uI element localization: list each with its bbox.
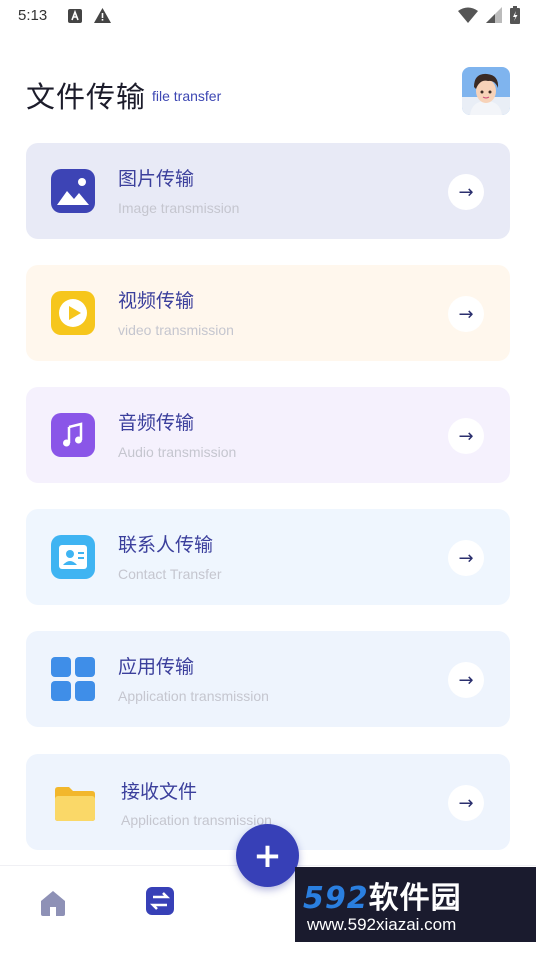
battery-icon	[510, 6, 520, 28]
card-title: 接收文件	[121, 781, 198, 803]
watermark-url: www.592xiazai.com	[307, 915, 457, 934]
card-title: 联系人传输	[118, 534, 214, 556]
card-audio-transfer[interactable]: 音频传输 Audio transmission →	[26, 387, 510, 483]
transfer-icon[interactable]	[145, 886, 175, 916]
avatar[interactable]	[462, 67, 510, 115]
page-subtitle: file transfer	[152, 88, 222, 104]
card-title: 应用传输	[118, 656, 195, 678]
signal-icon	[486, 7, 502, 27]
card-video-transfer[interactable]: 视频传输 video transmission →	[26, 265, 510, 361]
image-icon	[51, 169, 95, 213]
plus-icon: +	[253, 835, 282, 876]
card-title: 音频传输	[118, 412, 195, 434]
apps-icon	[51, 657, 95, 701]
arrow-right-icon: →	[458, 792, 474, 814]
card-subtitle: Application transmission	[118, 688, 269, 704]
card-app-transfer[interactable]: 应用传输 Application transmission →	[26, 631, 510, 727]
card-subtitle: Audio transmission	[118, 444, 237, 460]
arrow-right-icon: →	[458, 303, 474, 325]
arrow-right-button[interactable]: →	[448, 785, 484, 821]
arrow-right-button[interactable]: →	[448, 662, 484, 698]
watermark-brand: 592软件园	[303, 873, 462, 917]
card-contact-transfer[interactable]: 联系人传输 Contact Transfer →	[26, 509, 510, 605]
warning-icon	[94, 8, 111, 27]
status-bar: 5:13	[0, 0, 536, 32]
card-subtitle: video transmission	[118, 322, 234, 338]
card-title: 图片传输	[118, 168, 195, 190]
play-icon	[51, 291, 95, 335]
arrow-right-button[interactable]: →	[448, 418, 484, 454]
music-icon	[51, 413, 95, 457]
contact-icon	[51, 535, 95, 579]
watermark-brand-cn: 软件园	[368, 881, 462, 916]
arrow-right-icon: →	[458, 425, 474, 447]
status-time: 5:13	[18, 7, 48, 24]
watermark-brand-number: 592	[303, 881, 369, 916]
home-icon[interactable]	[38, 888, 68, 918]
arrow-right-icon: →	[458, 181, 474, 203]
card-title: 视频传输	[118, 290, 195, 312]
card-image-transfer[interactable]: 图片传输 Image transmission →	[26, 143, 510, 239]
page-title: 文件传输	[26, 80, 147, 114]
card-subtitle: Contact Transfer	[118, 566, 222, 582]
arrow-right-icon: →	[458, 669, 474, 691]
card-subtitle: Application transmission	[121, 812, 272, 828]
notification-a-icon	[68, 8, 82, 27]
arrow-right-button[interactable]: →	[448, 540, 484, 576]
add-button[interactable]: +	[236, 824, 299, 887]
wifi-icon	[458, 7, 478, 27]
arrow-right-button[interactable]: →	[448, 174, 484, 210]
arrow-right-icon: →	[458, 547, 474, 569]
watermark: 592软件园 www.592xiazai.com	[295, 867, 536, 942]
folder-icon	[53, 784, 97, 828]
card-subtitle: Image transmission	[118, 200, 240, 216]
arrow-right-button[interactable]: →	[448, 296, 484, 332]
